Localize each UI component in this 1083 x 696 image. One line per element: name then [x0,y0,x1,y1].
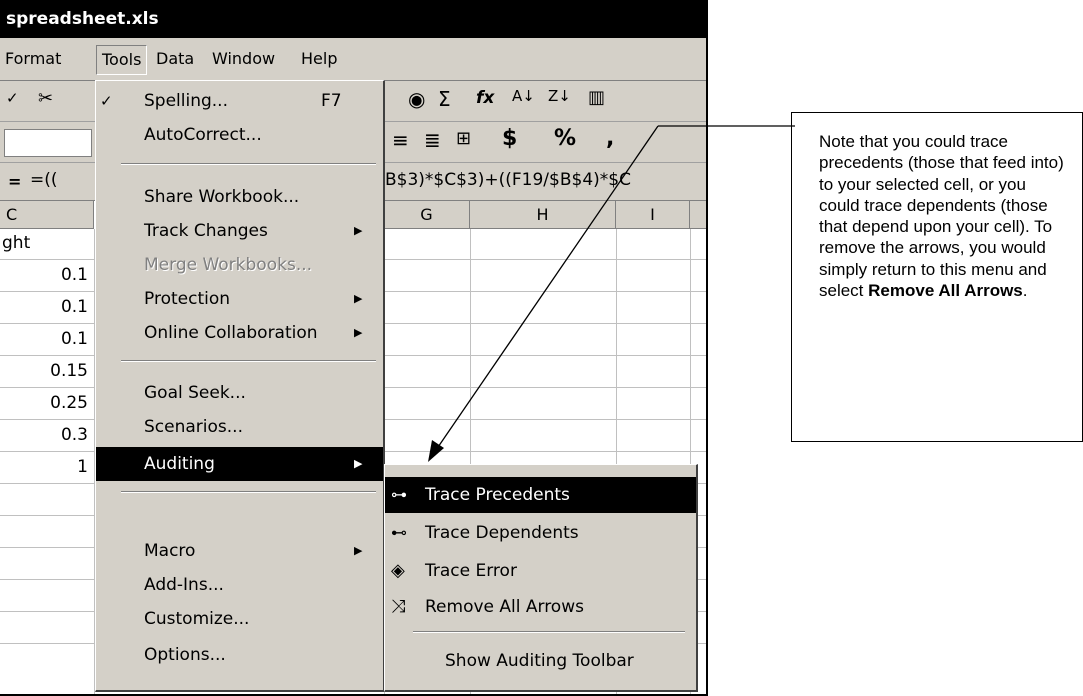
callout-pointer [435,125,659,451]
arrowhead-icon [428,440,444,462]
callout-arrow [428,125,795,462]
